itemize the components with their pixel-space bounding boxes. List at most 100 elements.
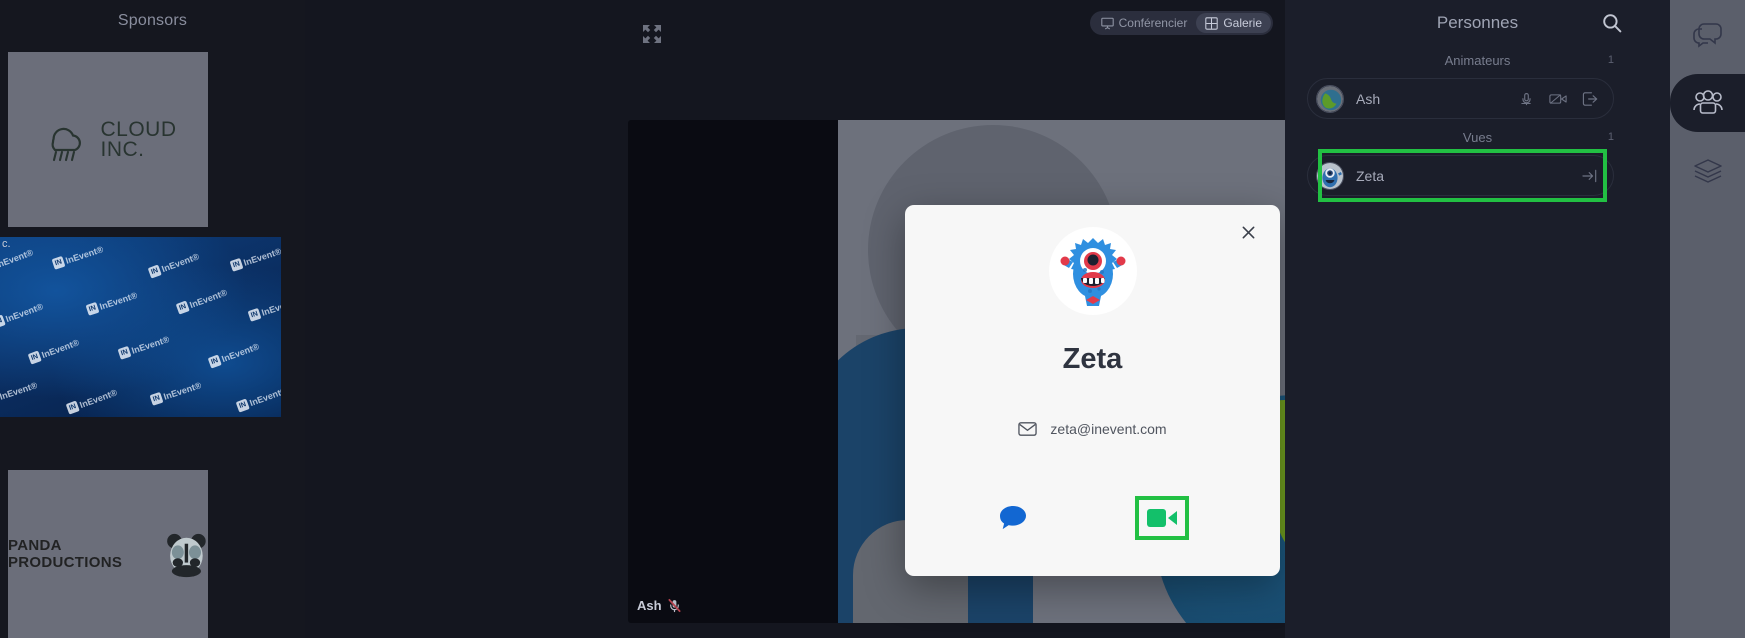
inevent-watermark-tile: INInEvent®: [147, 250, 201, 279]
people-panel-header: Personnes: [1285, 0, 1670, 46]
inevent-watermark-tile: INInEvent®: [0, 379, 39, 406]
inevent-watermark-text: InEvent®: [188, 286, 229, 310]
group-count: 1: [1607, 54, 1614, 66]
person-row-actions: [1517, 90, 1599, 108]
sponsor-card-cloud-inc[interactable]: CLOUD INC.: [8, 52, 208, 227]
inevent-watermark-tile: INInEvent®: [85, 289, 139, 316]
blue-monster-avatar: [1317, 162, 1343, 189]
modal-chat-button[interactable]: [996, 501, 1030, 535]
chat-bubbles-icon: [1692, 23, 1722, 48]
right-icon-rail: [1670, 0, 1745, 638]
person-row-zeta[interactable]: Zeta: [1307, 149, 1614, 202]
remove-participant-icon: [1582, 91, 1597, 106]
microphone-muted-icon: [1520, 92, 1531, 105]
inevent-watermark-tile: INInEvent®: [65, 386, 119, 415]
inevent-badge: IN: [147, 264, 162, 279]
grid-icon: [1205, 16, 1219, 30]
inevent-watermark-tile: INInEvent®: [0, 246, 34, 274]
inevent-badge: IN: [247, 307, 262, 322]
inevent-watermark-text: InEvent®: [4, 300, 45, 324]
inevent-badge: IN: [65, 400, 80, 415]
cloud-inc-logo: CLOUD INC.: [39, 118, 176, 162]
inevent-watermark-text: InEvent®: [260, 295, 281, 318]
group-count: 1: [1607, 131, 1614, 143]
inevent-badge: IN: [27, 350, 42, 365]
rain-cloud-icon: [52, 127, 82, 161]
view-mode-toggle[interactable]: Conférencier Galerie: [1089, 11, 1273, 35]
rail-item-chat[interactable]: [1670, 6, 1745, 64]
inevent-watermark-tile: INInEvent®: [149, 379, 203, 406]
inevent-watermark-text: InEvent®: [130, 333, 171, 356]
speaker-name-label: Ash: [637, 598, 662, 613]
rail-item-people[interactable]: [1670, 74, 1745, 132]
inevent-watermark-text: InEvent®: [248, 384, 281, 408]
microphone-muted-icon: [668, 598, 681, 613]
modal-participant-name: Zeta: [1062, 343, 1123, 375]
inevent-watermark-tile: INInEvent®: [27, 336, 81, 365]
blue-monster-avatar: [1060, 238, 1125, 306]
inevent-watermark-text: InEvent®: [78, 386, 119, 410]
people-panel: Personnes Animateurs 1 Ash Vues 1 Zeta: [1285, 0, 1670, 638]
fullscreen-expand-icon: [643, 25, 661, 43]
sponsor-card-panda-productions[interactable]: PANDA PRODUCTIONS: [8, 470, 208, 638]
view-option-gallery[interactable]: Galerie: [1196, 13, 1271, 33]
inevent-badge: IN: [207, 354, 222, 369]
view-option-speaker-label: Conférencier: [1118, 16, 1188, 30]
video-camera-off-icon-button[interactable]: [1549, 90, 1567, 108]
panda-icon: [167, 533, 206, 578]
person-row-actions: [1581, 167, 1599, 185]
inevent-badge: IN: [51, 255, 66, 270]
invite-to-stage-icon-button[interactable]: [1581, 167, 1599, 185]
globe-avatar: [1317, 85, 1343, 112]
view-option-gallery-label: Galerie: [1223, 16, 1262, 30]
sponsors-title: Sponsors: [117, 12, 188, 29]
fullscreen-expand-button[interactable]: [640, 22, 664, 46]
video-conference-app: Sponsors CLOUD INC. INInEvent: [0, 0, 1745, 638]
avatar-zeta: [1316, 161, 1344, 190]
inevent-watermark-text: InEvent®: [242, 245, 281, 268]
inevent-badge: IN: [117, 345, 132, 360]
person-row-ash[interactable]: Ash: [1307, 78, 1614, 119]
remove-participant-icon-button[interactable]: [1581, 90, 1599, 108]
inevent-watermark-text: InEvent®: [64, 243, 105, 266]
invite-to-stage-icon: [1581, 169, 1596, 182]
inevent-watermark-tile: INInEvent®: [175, 286, 229, 315]
layers-icon: [1693, 159, 1722, 183]
chat-bubble-icon: [1000, 506, 1026, 530]
participant-profile-modal: Zeta zeta@inevent.com: [905, 205, 1280, 576]
sponsor-card-inevent[interactable]: INInEvent®INInEvent®INInEvent®INInEvent®…: [0, 237, 281, 417]
view-option-speaker[interactable]: Conférencier: [1092, 13, 1197, 33]
inevent-watermark-tile: INInEvent®: [0, 300, 45, 329]
group-header-animateurs: Animateurs 1: [1285, 46, 1670, 74]
inevent-watermark-text: InEvent®: [0, 379, 39, 402]
inevent-watermark-tile: INInEvent®: [207, 340, 261, 369]
inevent-watermark-text: InEvent®: [160, 250, 201, 274]
presentation-screen-icon: [1100, 17, 1114, 29]
speaker-name-tag: Ash: [637, 598, 682, 613]
microphone-muted-icon-button[interactable]: [1517, 90, 1535, 108]
rail-item-layers[interactable]: [1670, 142, 1745, 200]
close-icon: [1242, 226, 1254, 238]
inevent-watermark-text: InEvent®: [162, 379, 203, 402]
modal-close-button[interactable]: [1234, 218, 1262, 246]
video-camera-off-icon: [1549, 93, 1567, 104]
inevent-badge: IN: [175, 300, 190, 315]
search-button[interactable]: [1600, 11, 1624, 35]
inevent-watermark-tile: INInEvent®: [117, 333, 171, 360]
inevent-watermark-text: InEvent®: [220, 340, 261, 364]
modal-video-call-button[interactable]: [1135, 496, 1189, 540]
inevent-watermark-tile: INInEvent®: [229, 245, 281, 272]
modal-avatar: [1048, 227, 1137, 315]
people-panel-title: Personnes: [1436, 13, 1519, 32]
panda-wordmark: PANDA PRODUCTIONS: [8, 537, 123, 571]
inevent-badge: IN: [235, 398, 250, 413]
sponsors-panel: Sponsors CLOUD INC. INInEvent: [0, 0, 305, 638]
inevent-watermark-tile: INInEvent®: [51, 243, 105, 270]
inevent-badge: IN: [149, 391, 164, 406]
inevent-badge: IN: [229, 257, 244, 272]
search-icon: [1603, 14, 1622, 33]
inevent-watermark-tile: INInEvent®: [235, 384, 281, 413]
modal-email-text: zeta@inevent.com: [1050, 421, 1167, 437]
envelope-icon: [1018, 422, 1038, 436]
person-name-ash: Ash: [1356, 90, 1381, 107]
